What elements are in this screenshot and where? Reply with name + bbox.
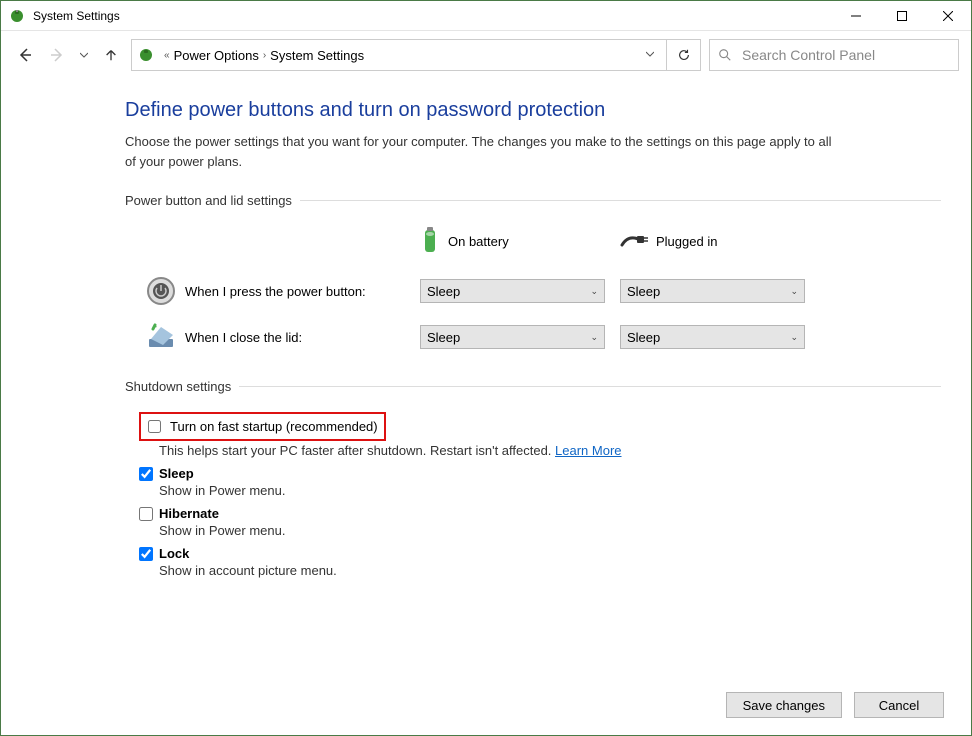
chevron-down-icon: ⌄ bbox=[590, 286, 598, 297]
breadcrumb-icon bbox=[138, 47, 154, 63]
content: Define power buttons and turn on passwor… bbox=[1, 79, 971, 578]
label-lock: Lock bbox=[159, 546, 189, 561]
desc-fast-startup: This helps start your PC faster after sh… bbox=[159, 443, 941, 458]
col-plugged-label: Plugged in bbox=[656, 234, 717, 249]
search-icon bbox=[718, 48, 732, 62]
fast-startup-highlight: Turn on fast startup (recommended) bbox=[139, 412, 386, 441]
checkbox-hibernate[interactable] bbox=[139, 507, 153, 521]
plug-icon bbox=[620, 231, 648, 252]
breadcrumb[interactable]: « Power Options › System Settings bbox=[131, 39, 667, 71]
checkbox-lock[interactable] bbox=[139, 547, 153, 561]
row-press-label: When I press the power button: bbox=[185, 284, 366, 299]
chevron-down-icon: ⌄ bbox=[790, 332, 798, 343]
chevron-down-icon: ⌄ bbox=[590, 332, 598, 343]
col-battery-label: On battery bbox=[448, 234, 509, 249]
back-button[interactable] bbox=[13, 43, 37, 67]
breadcrumb-item-system-settings[interactable]: System Settings bbox=[270, 48, 364, 63]
checkbox-fast-startup[interactable] bbox=[148, 420, 161, 433]
section-power-button: Power button and lid settings bbox=[125, 193, 941, 208]
desc-lock: Show in account picture menu. bbox=[159, 563, 941, 578]
breadcrumb-item-power-options[interactable]: Power Options bbox=[174, 48, 259, 63]
recent-dropdown[interactable] bbox=[77, 43, 91, 67]
page-description: Choose the power settings that you want … bbox=[125, 132, 845, 171]
label-hibernate: Hibernate bbox=[159, 506, 219, 521]
chevron-left-icon: « bbox=[164, 50, 170, 61]
label-sleep: Sleep bbox=[159, 466, 194, 481]
battery-icon bbox=[420, 226, 440, 257]
refresh-button[interactable] bbox=[667, 39, 701, 71]
desc-sleep: Show in Power menu. bbox=[159, 483, 941, 498]
cancel-button[interactable]: Cancel bbox=[854, 692, 944, 718]
forward-button[interactable] bbox=[45, 43, 69, 67]
label-fast-startup: Turn on fast startup (recommended) bbox=[170, 419, 378, 434]
learn-more-link[interactable]: Learn More bbox=[555, 443, 621, 458]
breadcrumb-dropdown[interactable] bbox=[640, 50, 660, 61]
select-lid-battery[interactable]: Sleep⌄ bbox=[420, 325, 605, 349]
save-button[interactable]: Save changes bbox=[726, 692, 842, 718]
select-press-plugged[interactable]: Sleep⌄ bbox=[620, 279, 805, 303]
select-lid-plugged[interactable]: Sleep⌄ bbox=[620, 325, 805, 349]
close-button[interactable] bbox=[925, 1, 971, 31]
navbar: « Power Options › System Settings bbox=[1, 31, 971, 79]
maximize-button[interactable] bbox=[879, 1, 925, 31]
page-title: Define power buttons and turn on passwor… bbox=[125, 99, 941, 122]
row-lid-label: When I close the lid: bbox=[185, 330, 302, 345]
power-button-icon bbox=[145, 275, 177, 307]
search-input[interactable] bbox=[709, 39, 959, 71]
select-press-battery[interactable]: Sleep⌄ bbox=[420, 279, 605, 303]
lid-icon bbox=[145, 321, 177, 353]
titlebar: System Settings bbox=[1, 1, 971, 31]
section-shutdown: Shutdown settings bbox=[125, 379, 941, 394]
minimize-button[interactable] bbox=[833, 1, 879, 31]
window-title: System Settings bbox=[33, 9, 833, 23]
desc-hibernate: Show in Power menu. bbox=[159, 523, 941, 538]
search-field[interactable] bbox=[740, 46, 950, 64]
chevron-right-icon: › bbox=[263, 50, 266, 61]
up-button[interactable] bbox=[99, 43, 123, 67]
checkbox-sleep[interactable] bbox=[139, 467, 153, 481]
app-icon bbox=[9, 8, 25, 24]
chevron-down-icon: ⌄ bbox=[790, 286, 798, 297]
